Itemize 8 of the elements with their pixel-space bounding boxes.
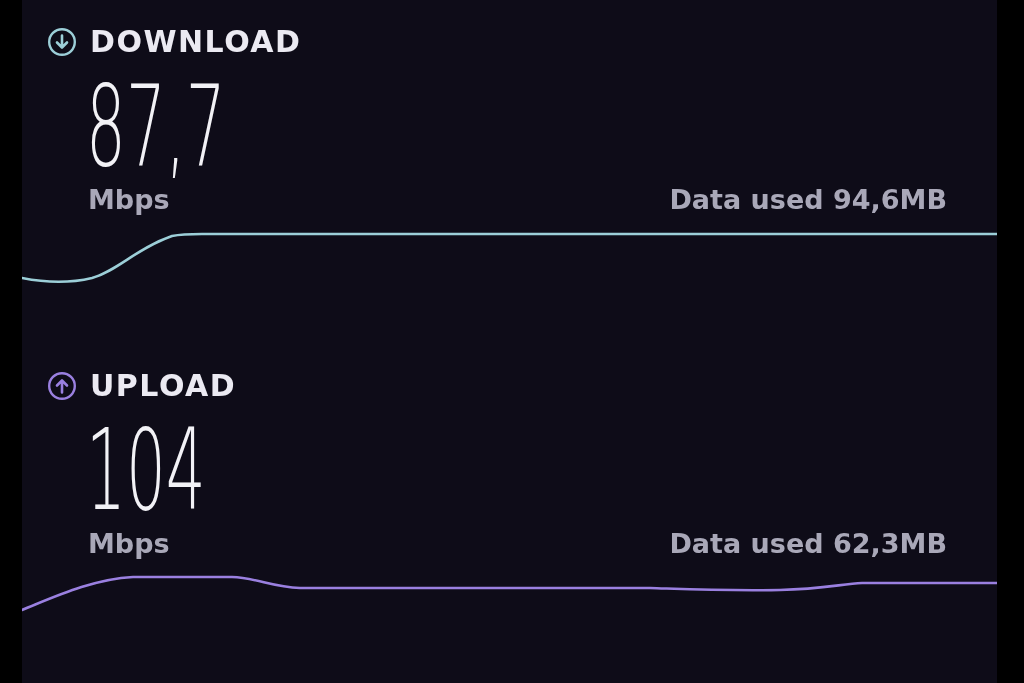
data-used-label: Data used 62,3MB [669,530,947,557]
section-title: UPLOAD [90,371,237,401]
data-used-label: Data used 94,6MB [669,186,947,213]
unit-label: Mbps [88,530,170,557]
section-title: DOWNLOAD [90,27,302,57]
speed-value: 87,7 [86,70,226,182]
unit-label: Mbps [88,186,170,213]
speed-value: 104 [86,414,206,526]
